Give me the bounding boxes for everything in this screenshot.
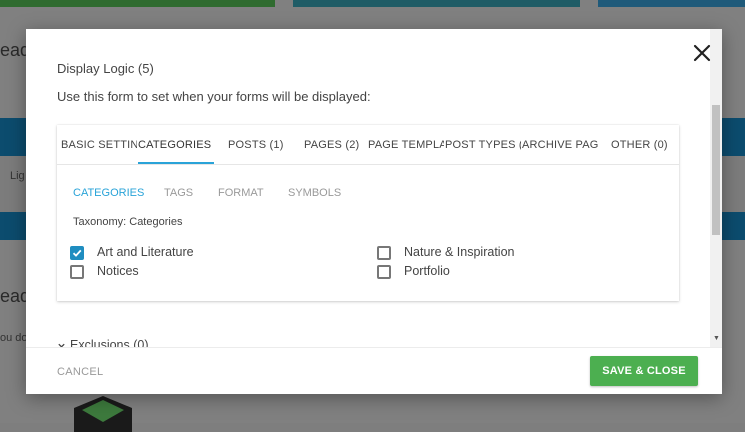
modal-content: Display Logic (5) Use this form to set w… [26,29,710,347]
close-button[interactable] [690,41,714,65]
background-top-bar [598,0,745,7]
tab-pages[interactable]: PAGES (2) [304,139,364,151]
subtab-format[interactable]: FORMAT [218,187,264,199]
background-text: Lig [10,170,25,182]
exclusions-label: Exclusions (0) [70,338,149,347]
close-icon [693,44,711,62]
checkmark-icon [72,249,82,257]
tab-posts[interactable]: POSTS (1) [228,139,288,151]
scrollbar-thumb[interactable] [712,105,720,235]
tab-bar: BASIC SETTIN... CATEGORIES E... POSTS (1… [57,125,679,165]
display-logic-modal: Display Logic (5) Use this form to set w… [26,29,722,394]
background-text: ou do [0,332,28,344]
subtab-tags[interactable]: TAGS [164,187,193,199]
background-top-bar [293,0,580,7]
exclusions-toggle[interactable]: Exclusions (0) [57,338,149,347]
modal-intro: Use this form to set when your forms wil… [57,89,371,104]
checkbox-label: Art and Literature [97,245,194,259]
taxonomy-label: Taxonomy: Categories [73,216,183,228]
checkbox-label: Notices [97,264,139,278]
subtab-symbols[interactable]: SYMBOLS [288,187,341,199]
display-logic-card: BASIC SETTIN... CATEGORIES E... POSTS (1… [57,125,679,301]
background-logo [74,396,132,432]
tab-basic-settings[interactable]: BASIC SETTIN... [61,139,137,151]
background-top-bar [0,0,275,7]
checkbox-label: Portfolio [404,264,450,278]
active-tab-indicator [138,162,214,164]
modal-footer: CANCEL SAVE & CLOSE [26,347,722,394]
tab-categories[interactable]: CATEGORIES E... [138,139,215,151]
checkbox[interactable] [70,265,84,279]
scroll-down-arrow-icon[interactable]: ▼ [713,335,720,342]
save-and-close-button[interactable]: SAVE & CLOSE [590,356,698,386]
modal-scrollbar[interactable]: ▼ [710,29,722,347]
tab-page-templates[interactable]: PAGE TEMPLA... [368,139,444,151]
tab-other[interactable]: OTHER (0) [611,139,671,151]
tab-post-types[interactable]: POST TYPES (... [445,139,521,151]
tab-archive-pages[interactable]: ARCHIVE PAG... [522,139,598,151]
checkbox[interactable] [377,246,391,260]
checkbox-label: Nature & Inspiration [404,245,515,259]
cancel-button[interactable]: CANCEL [57,366,103,378]
checkbox[interactable] [70,246,84,260]
subtab-categories[interactable]: CATEGORIES [73,187,144,199]
modal-title: Display Logic (5) [57,61,154,76]
checkbox[interactable] [377,265,391,279]
